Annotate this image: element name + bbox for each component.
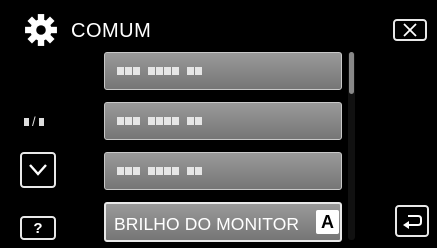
close-button[interactable] xyxy=(393,19,427,41)
return-icon xyxy=(403,215,422,229)
scroll-thumb[interactable] xyxy=(349,52,354,94)
menu-item-label-glyphs xyxy=(117,167,203,175)
gear-icon xyxy=(25,14,57,46)
menu-item-monitor-brightness[interactable]: BRILHO DO MONITOR A xyxy=(104,202,342,242)
help-label: ? xyxy=(33,219,43,237)
menu-item[interactable] xyxy=(104,102,342,140)
menu-item[interactable] xyxy=(104,152,342,190)
auto-badge: A xyxy=(316,210,339,234)
help-button[interactable]: ? xyxy=(20,216,56,240)
header: COMUM xyxy=(0,0,437,48)
chevron-down-icon xyxy=(29,164,47,176)
page-title: COMUM xyxy=(71,20,152,42)
page-total-glyph xyxy=(38,118,44,126)
menu-item[interactable] xyxy=(104,52,342,90)
back-button[interactable] xyxy=(395,205,429,237)
menu-item-label-glyphs xyxy=(117,67,203,75)
scrollbar[interactable] xyxy=(348,52,355,240)
close-icon xyxy=(403,23,417,37)
scroll-down-button[interactable] xyxy=(20,152,56,188)
page-slash: / xyxy=(32,114,36,129)
menu-item-label-glyphs xyxy=(117,117,203,125)
page-current-glyph xyxy=(24,118,29,126)
menu-item-label: BRILHO DO MONITOR xyxy=(114,214,300,234)
page-indicator: / xyxy=(24,114,44,129)
